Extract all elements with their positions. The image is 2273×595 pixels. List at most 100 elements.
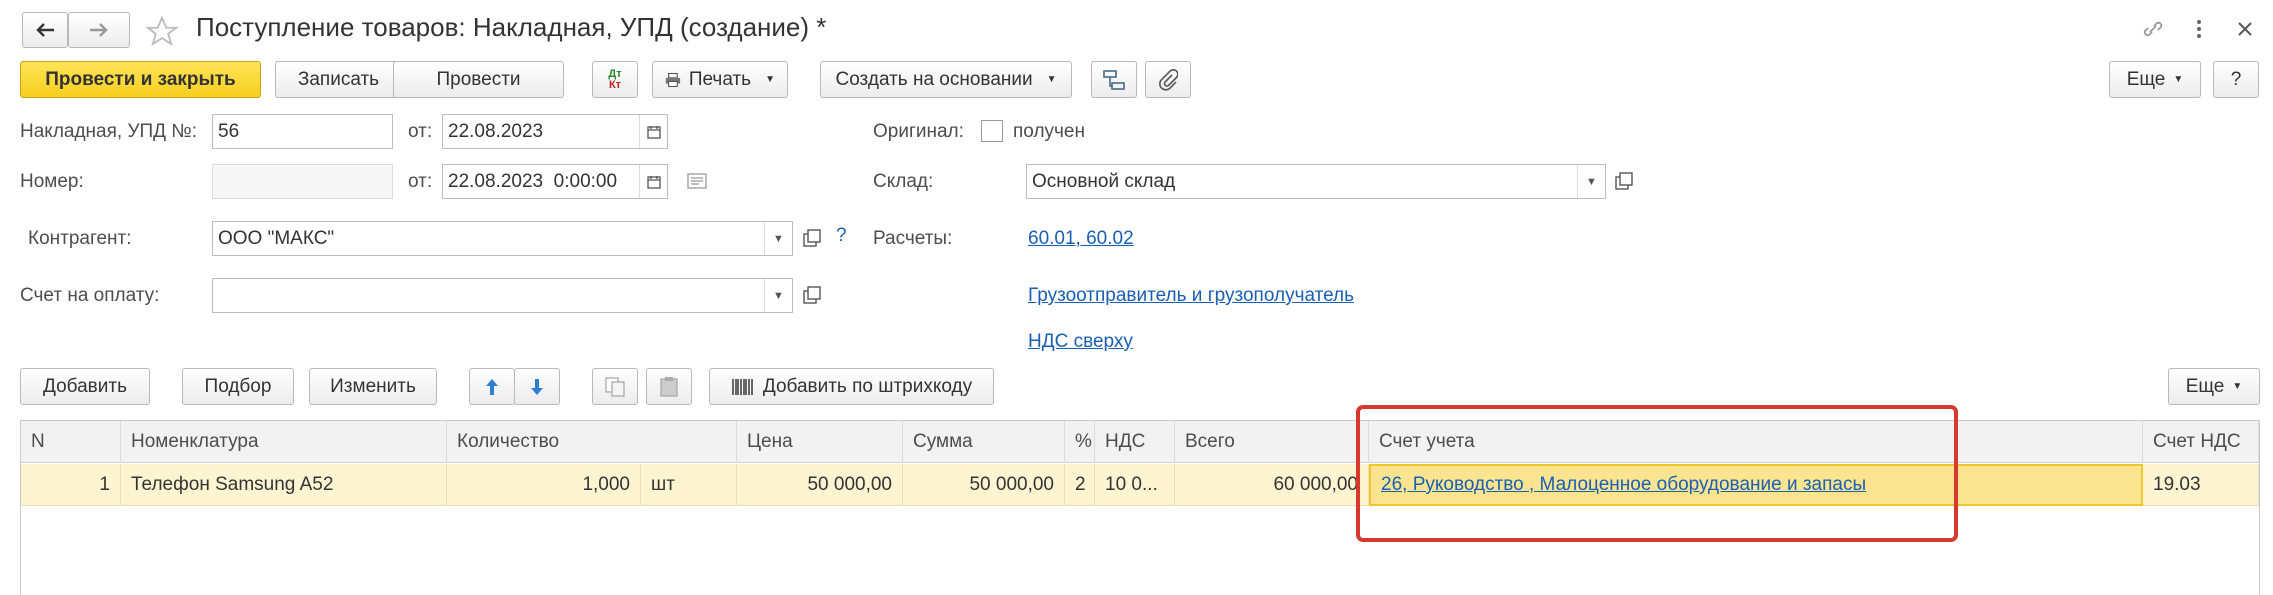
more-label: Еще [2126, 68, 2166, 90]
cell-sum[interactable]: 50 000,00 [903, 464, 1065, 506]
warehouse-value: Основной склад [1032, 170, 1176, 192]
add-by-barcode-button[interactable]: Добавить по штрихкоду [709, 368, 994, 405]
dt-kt-button[interactable]: Дт Кт [592, 61, 638, 98]
counterparty-help-icon[interactable]: ? [836, 225, 847, 247]
column-header-total[interactable]: Всего [1175, 421, 1369, 463]
column-header-vat-account[interactable]: Счет НДС [2143, 421, 2259, 463]
column-header-nomenclature[interactable]: Номенклатура [121, 421, 447, 463]
print-label: Печать [688, 68, 752, 90]
column-header-price[interactable]: Цена [737, 421, 903, 463]
open-external-icon[interactable] [797, 280, 827, 310]
structure-button[interactable] [1091, 61, 1137, 98]
post-label: Провести [436, 68, 521, 90]
paperclip-icon [1159, 68, 1178, 91]
dt-icon-label: Дт [608, 67, 622, 80]
counterparty-label: Контрагент: [28, 228, 132, 249]
document-list-icon[interactable] [682, 166, 712, 196]
open-external-icon[interactable] [797, 223, 827, 253]
paste-icon [660, 376, 678, 397]
barcode-icon [732, 378, 753, 395]
column-header-quantity[interactable]: Количество [447, 421, 737, 463]
table-more-button[interactable]: Еще ▼ [2168, 368, 2260, 405]
invoice-date-field[interactable]: 22.08.2023 [442, 114, 668, 149]
change-button[interactable]: Изменить [309, 368, 437, 405]
received-checkbox[interactable] [981, 120, 1003, 142]
copy-icon [605, 376, 625, 397]
chevron-down-icon: ▼ [2173, 74, 2184, 85]
save-label: Записать [297, 68, 380, 90]
column-header-sum[interactable]: Сумма [903, 421, 1065, 463]
payment-invoice-field[interactable]: ▼ [212, 278, 793, 313]
printer-icon [665, 72, 681, 87]
close-icon[interactable] [2230, 14, 2260, 44]
create-based-on-label: Создать на основании [835, 68, 1033, 90]
cell-vat[interactable]: 10 0... [1095, 464, 1175, 506]
number-field[interactable] [212, 164, 393, 199]
column-header-n[interactable]: N [21, 421, 121, 463]
vat-on-top-link[interactable]: НДС сверху [1028, 331, 1133, 353]
datetime-value: 22.08.2023 0:00:00 [448, 170, 618, 192]
cell-total[interactable]: 60 000,00 [1175, 464, 1369, 506]
cell-vat-account[interactable]: 19.03 [2143, 464, 2259, 506]
counterparty-field[interactable]: ООО "МАКС" ▼ [212, 221, 793, 256]
chevron-down-icon[interactable]: ▼ [1577, 165, 1605, 198]
annotation-highlight-frame [1356, 405, 1958, 542]
shipper-consignee-link[interactable]: Грузоотправитель и грузополучатель [1028, 285, 1354, 307]
warehouse-field[interactable]: Основной склад ▼ [1026, 164, 1606, 199]
column-header-vat-rate[interactable]: % [1065, 421, 1095, 463]
chevron-down-icon[interactable]: ▼ [764, 279, 792, 312]
print-button[interactable]: Печать ▼ [652, 61, 788, 98]
date-from-label: от: [408, 171, 433, 192]
number-label: Номер: [20, 171, 84, 192]
column-header-vat[interactable]: НДС [1095, 421, 1175, 463]
copy-button[interactable] [592, 368, 638, 405]
chevron-down-icon: ▼ [2232, 381, 2243, 392]
cell-nomenclature[interactable]: Телефон Samsung A52 [121, 464, 447, 506]
forward-button[interactable] [68, 12, 130, 48]
structure-icon [1103, 69, 1125, 90]
counterparty-value: ООО "МАКС" [218, 227, 335, 249]
invoice-number-value: 56 [218, 120, 240, 142]
cell-n[interactable]: 1 [21, 464, 121, 506]
post-button[interactable]: Провести [393, 61, 564, 98]
calendar-icon[interactable] [639, 165, 667, 198]
cell-quantity[interactable]: 1,000 [447, 464, 641, 506]
move-down-button[interactable] [514, 368, 560, 405]
attach-file-button[interactable] [1145, 61, 1191, 98]
post-and-close-button[interactable]: Провести и закрыть [20, 61, 261, 98]
chevron-down-icon[interactable]: ▼ [764, 222, 792, 255]
more-button[interactable]: Еще ▼ [2109, 61, 2201, 98]
settlements-link[interactable]: 60.01, 60.02 [1028, 228, 1134, 250]
arrow-up-icon [486, 378, 498, 395]
datetime-field[interactable]: 22.08.2023 0:00:00 [442, 164, 668, 199]
kt-icon-label: Кт [608, 78, 622, 91]
cell-vat-rate[interactable]: 2 [1065, 464, 1095, 506]
paste-button[interactable] [646, 368, 692, 405]
open-external-icon[interactable] [1609, 166, 1639, 196]
help-button[interactable]: ? [2213, 61, 2259, 98]
invoice-date-value: 22.08.2023 [448, 120, 544, 142]
move-up-button[interactable] [469, 368, 515, 405]
warehouse-label: Склад: [873, 171, 934, 192]
select-button[interactable]: Подбор [182, 368, 294, 405]
payment-invoice-label: Счет на оплату: [20, 285, 160, 306]
create-based-on-button[interactable]: Создать на основании ▼ [820, 61, 1072, 98]
window-title: Поступление товаров: Накладная, УПД (соз… [196, 12, 827, 42]
table-more-label: Еще [2185, 375, 2225, 397]
select-label: Подбор [204, 375, 272, 397]
chevron-down-icon: ▼ [765, 74, 775, 85]
cell-price[interactable]: 50 000,00 [737, 464, 903, 506]
add-button[interactable]: Добавить [20, 368, 150, 405]
settlements-label: Расчеты: [873, 228, 953, 249]
invoice-number-label: Накладная, УПД №: [20, 121, 197, 142]
more-vertical-icon[interactable] [2184, 14, 2214, 44]
invoice-number-field[interactable]: 56 [212, 114, 393, 149]
back-button[interactable] [22, 12, 68, 48]
save-button[interactable]: Записать [275, 61, 402, 98]
cell-unit[interactable]: шт [641, 464, 737, 506]
favorite-star-icon[interactable] [144, 14, 180, 50]
link-icon[interactable] [2138, 14, 2168, 44]
date-from-label: от: [408, 121, 433, 142]
add-label: Добавить [43, 375, 127, 397]
calendar-icon[interactable] [639, 115, 667, 148]
